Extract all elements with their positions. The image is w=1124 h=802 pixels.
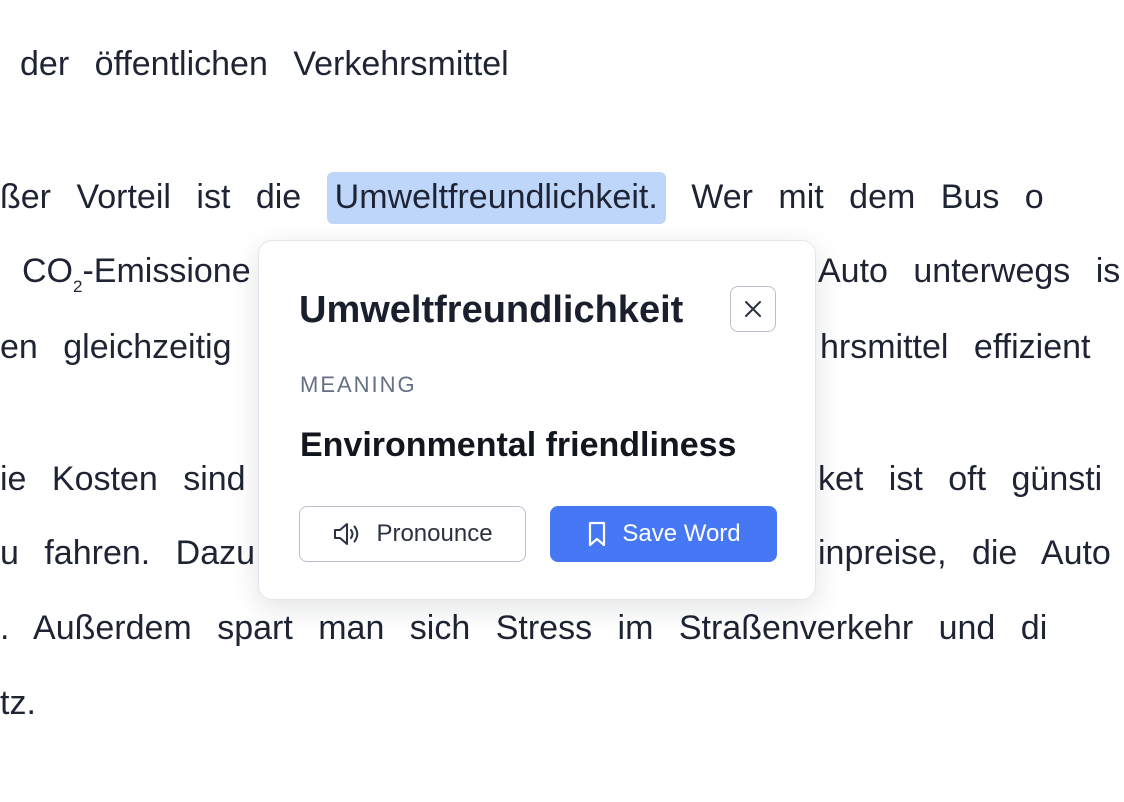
text-segment: inpreise, die Auto — [818, 534, 1111, 572]
selected-word-highlight[interactable]: Umweltfreundlichkeit. — [326, 172, 666, 224]
text-line-3: CO2-Emissione — [22, 249, 251, 295]
text-segment: ßer Vorteil ist die — [0, 178, 302, 216]
co2-text: CO2-Emissione — [22, 252, 251, 295]
bookmark-icon — [586, 520, 608, 548]
text-segment: ie Kosten sind — [0, 460, 246, 498]
text-line-7: . Außerdem spart man sich Stress im Stra… — [0, 606, 1047, 650]
meaning-label: MEANING — [300, 372, 417, 397]
text-line-2: ßer Vorteil ist die Umweltfreundlichkeit… — [0, 172, 1044, 224]
text-segment: . Außerdem spart man sich Stress im Stra… — [0, 609, 1048, 647]
text-segment: u fahren. Dazu — [0, 534, 256, 572]
reader-page: der öffentlichen Verkehrsmittel ßer Vort… — [0, 0, 1124, 802]
text-segment: Auto unterwegs is — [818, 252, 1121, 290]
meaning-text: Environmental friendliness — [300, 426, 737, 464]
text-line-4-left: en gleichzeitig — [0, 325, 231, 369]
pronounce-button[interactable]: Pronounce — [299, 506, 526, 562]
text-segment: hrsmittel effizient — [820, 328, 1091, 366]
text-line-1: der öffentlichen Verkehrsmittel — [20, 42, 509, 86]
co-text: CO — [22, 252, 73, 290]
save-word-label: Save Word — [622, 520, 741, 547]
close-icon — [743, 299, 763, 319]
text-segment: der öffentlichen Verkehrsmittel — [20, 45, 509, 83]
popup-word-title: Umweltfreundlichkeit — [299, 289, 684, 331]
pronounce-label: Pronounce — [376, 520, 493, 547]
word-definition-popup: Umweltfreundlichkeit MEANING Environment… — [258, 240, 816, 600]
text-segment: tz. — [0, 684, 36, 722]
text-line-6-right: inpreise, die Auto — [818, 531, 1111, 575]
text-segment: -Emissione — [82, 252, 251, 290]
text-line-6-left: u fahren. Dazu — [0, 531, 255, 575]
speaker-icon — [332, 520, 362, 548]
text-segment: ket ist oft günsti — [818, 460, 1103, 498]
save-word-button[interactable]: Save Word — [550, 506, 777, 562]
text-segment: en gleichzeitig — [0, 328, 232, 366]
text-line-8: tz. — [0, 681, 36, 725]
text-line-3-right: Auto unterwegs is — [818, 249, 1120, 293]
text-line-4-right: hrsmittel effizient — [820, 325, 1090, 369]
close-button[interactable] — [730, 286, 776, 332]
text-line-5-left: ie Kosten sind — [0, 457, 246, 501]
text-line-5-right: ket ist oft günsti — [818, 457, 1102, 501]
text-segment: Wer mit dem Bus o — [691, 178, 1044, 216]
